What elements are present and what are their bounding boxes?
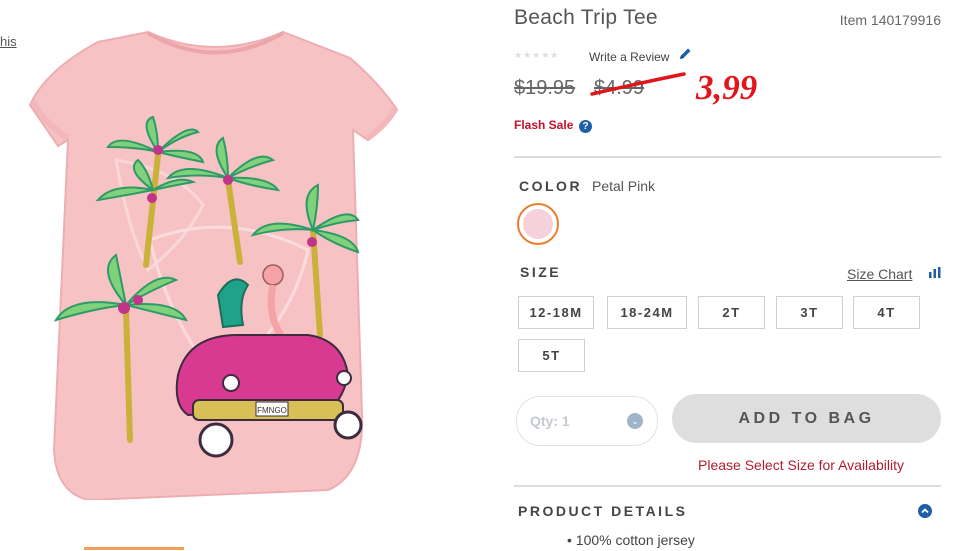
color-label: COLOR bbox=[519, 178, 583, 194]
size-chart-link[interactable]: Size Chart bbox=[847, 266, 912, 282]
size-option-4t[interactable]: 4T bbox=[853, 296, 920, 329]
quantity-select[interactable]: Qty: 1 ⌄ bbox=[516, 396, 658, 446]
divider bbox=[514, 485, 941, 487]
help-icon[interactable]: ? bbox=[579, 120, 592, 133]
handwritten-new-price: 3,99 bbox=[696, 68, 758, 107]
chevron-up-icon[interactable] bbox=[918, 504, 932, 518]
size-option-5t[interactable]: 5T bbox=[518, 339, 585, 372]
size-warning: Please Select Size for Availability bbox=[698, 457, 904, 473]
write-review-link[interactable]: Write a Review bbox=[589, 50, 669, 64]
color-swatch-petal-pink[interactable] bbox=[517, 203, 559, 245]
size-option-2t[interactable]: 2T bbox=[698, 296, 765, 329]
size-label: SIZE bbox=[520, 264, 562, 280]
add-to-bag-button[interactable]: ADD TO BAG bbox=[672, 394, 941, 443]
original-price: $19.95 bbox=[514, 77, 576, 99]
left-truncated-link[interactable]: his bbox=[0, 34, 17, 49]
product-detail-bullet: • 100% cotton jersey bbox=[567, 532, 695, 548]
color-value: Petal Pink bbox=[592, 178, 656, 194]
swatch-fill bbox=[523, 209, 553, 239]
rating-stars: ★★★★★ bbox=[514, 50, 560, 60]
chevron-down-icon: ⌄ bbox=[627, 413, 643, 429]
size-option-3t[interactable]: 3T bbox=[776, 296, 843, 329]
item-number: Item 140179916 bbox=[839, 12, 941, 28]
quantity-value: Qty: 1 bbox=[530, 413, 570, 429]
size-option-18-24m[interactable]: 18-24M bbox=[607, 296, 687, 329]
divider bbox=[514, 156, 941, 158]
pencil-icon[interactable] bbox=[677, 46, 693, 62]
size-chart-bars-icon[interactable] bbox=[929, 267, 941, 278]
product-details-label[interactable]: PRODUCT DETAILS bbox=[518, 503, 687, 519]
image-carousel-indicator[interactable] bbox=[84, 547, 184, 550]
size-option-12-18m[interactable]: 12-18M bbox=[518, 296, 594, 329]
product-title: Beach Trip Tee bbox=[514, 6, 658, 29]
flash-sale-label: Flash Sale bbox=[514, 118, 574, 132]
product-image: FMNGO bbox=[28, 30, 399, 500]
license-plate-text: FMNGO bbox=[257, 406, 287, 415]
red-strikethrough-mark bbox=[590, 72, 686, 96]
